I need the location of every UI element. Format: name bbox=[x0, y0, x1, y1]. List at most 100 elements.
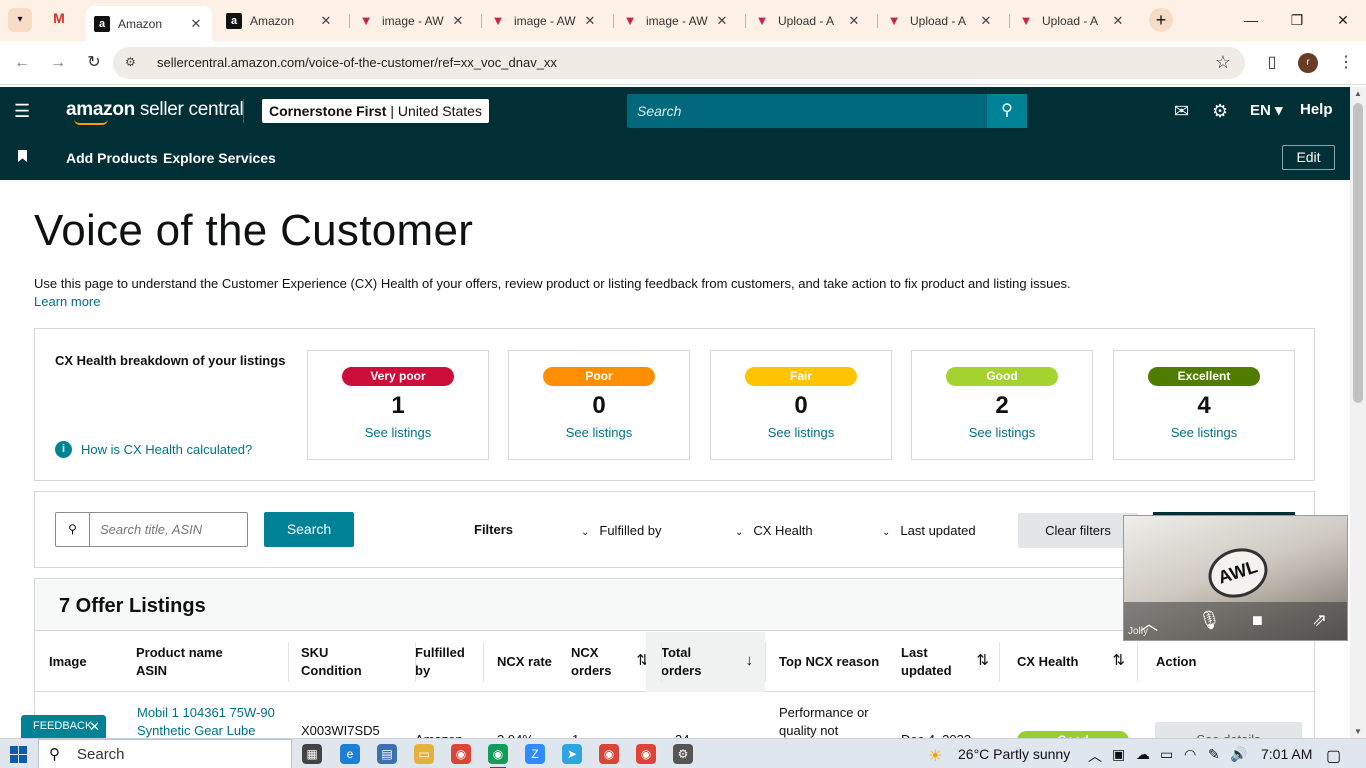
gear-icon[interactable]: ⚙ bbox=[1212, 99, 1228, 123]
clear-filters-button[interactable]: Clear filters bbox=[1018, 513, 1138, 548]
close-window-button[interactable]: ✕ bbox=[1320, 8, 1366, 32]
taskbar-search[interactable]: ⚲ Search bbox=[38, 739, 292, 768]
bookmark-icon[interactable] bbox=[18, 150, 27, 162]
reload-button[interactable]: ↻ bbox=[82, 51, 106, 75]
minimize-button[interactable]: — bbox=[1228, 8, 1274, 32]
close-tab-icon[interactable]: ✕ bbox=[318, 13, 334, 29]
close-tab-icon[interactable]: ✕ bbox=[714, 13, 730, 29]
close-icon[interactable]: ✕ bbox=[89, 715, 100, 738]
edit-bookmarks-button[interactable]: Edit bbox=[1282, 145, 1335, 170]
windows-start-icon[interactable] bbox=[10, 746, 27, 763]
browser-tab[interactable]: ▼ image - AW ✕ bbox=[614, 8, 738, 33]
see-listings-link[interactable]: See listings bbox=[308, 425, 488, 440]
nav-add-products[interactable]: Add Products bbox=[66, 150, 158, 166]
browser-tab[interactable]: ▼ image - AW ✕ bbox=[482, 8, 606, 33]
cx-card-poor: Poor 0 See listings bbox=[508, 350, 690, 460]
nav-explore-services[interactable]: Explore Services bbox=[163, 150, 276, 166]
wifi-icon[interactable]: ◠ bbox=[1184, 746, 1196, 763]
restore-button[interactable]: ❐ bbox=[1274, 8, 1320, 32]
column-header[interactable]: Last updated ⇅ bbox=[901, 632, 1001, 692]
header-search[interactable]: Search ⚲ bbox=[627, 94, 1027, 128]
url-field[interactable]: ⚙ sellercentral.amazon.com/voice-of-the-… bbox=[113, 47, 1245, 79]
scrollbar-thumb[interactable] bbox=[1353, 103, 1363, 403]
chrome-icon[interactable]: ◉ bbox=[451, 744, 471, 764]
browser-menu-icon[interactable]: ⋮ bbox=[1334, 51, 1358, 75]
forward-button[interactable]: → bbox=[46, 51, 70, 75]
browser-tab[interactable]: ▼ Upload - A ✕ bbox=[878, 8, 1002, 33]
seller-central-logo[interactable]: amazon seller central bbox=[66, 99, 244, 125]
chrome-profile-icon[interactable]: ◉ bbox=[488, 744, 508, 764]
see-listings-link[interactable]: See listings bbox=[912, 425, 1092, 440]
column-header: Image bbox=[49, 632, 137, 692]
sort-icon[interactable]: ⇅ bbox=[1112, 652, 1125, 670]
sort-icon[interactable]: ⇅ bbox=[976, 652, 989, 670]
see-listings-link[interactable]: See listings bbox=[509, 425, 689, 440]
notifications-icon[interactable]: ▢ bbox=[1326, 746, 1341, 766]
browser-tab[interactable]: a Amazon ✕ bbox=[218, 8, 342, 33]
see-listings-link[interactable]: See listings bbox=[1114, 425, 1294, 440]
side-panel-icon[interactable]: ▯ bbox=[1260, 51, 1284, 75]
aws-icon: ▼ bbox=[755, 13, 769, 28]
browser-tab[interactable]: ▼ image - AW ✕ bbox=[350, 8, 474, 33]
hamburger-menu-icon[interactable]: ☰ bbox=[14, 101, 34, 121]
help-link[interactable]: Help bbox=[1300, 101, 1333, 118]
pen-icon[interactable]: ✎ bbox=[1208, 746, 1220, 763]
tray-meet-icon[interactable]: ▣ bbox=[1112, 746, 1125, 763]
last-updated-dropdown[interactable]: ⌄ Last updated bbox=[882, 523, 976, 538]
store-icon[interactable]: ▤ bbox=[377, 744, 397, 764]
back-button[interactable]: ← bbox=[10, 51, 34, 75]
edge-icon[interactable]: e bbox=[340, 744, 360, 764]
telegram-icon[interactable]: ➤ bbox=[562, 744, 582, 764]
tray-chevron-icon[interactable]: ︿ bbox=[1088, 746, 1102, 766]
column-header[interactable]: Total orders ↓ bbox=[646, 632, 765, 692]
bookmark-star-icon[interactable]: ☆ bbox=[1215, 52, 1231, 73]
product-name-link[interactable]: Mobil 1 104361 75W-90 Synthetic Gear Lub… bbox=[137, 704, 282, 740]
sort-descending-icon[interactable]: ↓ bbox=[746, 652, 754, 670]
close-tab-icon[interactable]: ✕ bbox=[978, 13, 994, 29]
column-sublabel: orders bbox=[661, 663, 702, 678]
feedback-button[interactable]: FEEDBACK ✕ bbox=[21, 715, 106, 738]
battery-icon[interactable]: ▭ bbox=[1160, 746, 1173, 763]
clock-time[interactable]: 7:01 AM bbox=[1261, 746, 1312, 762]
weather-icon[interactable]: ☀ bbox=[928, 746, 942, 766]
fulfilled-by-dropdown[interactable]: ⌄ Fulfilled by bbox=[581, 523, 662, 538]
site-info-icon[interactable]: ⚙ bbox=[125, 55, 136, 69]
browser-tab[interactable]: ▼ Upload - A ✕ bbox=[746, 8, 870, 33]
search-icon[interactable]: ⚲ bbox=[987, 94, 1027, 128]
zoom-icon[interactable]: Z bbox=[525, 744, 545, 764]
gmail-pinned-tab[interactable]: M bbox=[48, 10, 70, 30]
close-tab-icon[interactable]: ✕ bbox=[188, 16, 204, 32]
settings-icon[interactable]: ⚙ bbox=[673, 744, 693, 764]
learn-more-link[interactable]: Learn more bbox=[34, 293, 1134, 311]
chrome-third-icon[interactable]: ◉ bbox=[636, 744, 656, 764]
listing-search-input[interactable]: ⚲ Search title, ASIN bbox=[55, 512, 248, 547]
volume-icon[interactable]: 🔊 bbox=[1230, 746, 1247, 763]
close-tab-icon[interactable]: ✕ bbox=[1110, 13, 1126, 29]
cx-health-help-link[interactable]: i How is CX Health calculated? bbox=[55, 441, 252, 458]
browser-tab[interactable]: a Amazon ✕ bbox=[86, 6, 212, 41]
mic-muted-icon[interactable]: 🎙 bbox=[1198, 610, 1221, 631]
onedrive-icon[interactable]: ☁ bbox=[1136, 746, 1150, 763]
cx-health-dropdown[interactable]: ⌄ CX Health bbox=[735, 523, 813, 538]
chrome-second-icon[interactable]: ◉ bbox=[599, 744, 619, 764]
close-tab-icon[interactable]: ✕ bbox=[846, 13, 862, 29]
weather-text[interactable]: 26°C Partly sunny bbox=[958, 746, 1070, 762]
search-button[interactable]: Search bbox=[264, 512, 354, 547]
new-tab-button[interactable]: + bbox=[1149, 8, 1173, 32]
close-tab-icon[interactable]: ✕ bbox=[450, 13, 466, 29]
browser-tab[interactable]: ▼ Upload - A ✕ bbox=[1010, 8, 1134, 33]
video-call-overlay[interactable]: AWL ︿ 🎙 ■ ⇗ Jolly bbox=[1123, 515, 1348, 641]
camera-icon[interactable]: ■ bbox=[1252, 610, 1263, 631]
task-view-icon[interactable]: ▦ bbox=[302, 744, 322, 764]
see-listings-link[interactable]: See listings bbox=[711, 425, 891, 440]
tab-search-button[interactable]: ▾ bbox=[8, 8, 32, 32]
page-scrollbar[interactable]: ▲ ▼ bbox=[1350, 87, 1366, 738]
account-switcher[interactable]: Cornerstone First | United States bbox=[262, 99, 489, 123]
file-explorer-icon[interactable]: ▭ bbox=[414, 744, 434, 764]
column-header[interactable]: CX Health ⇅ bbox=[1017, 632, 1137, 692]
mail-icon[interactable]: ✉ bbox=[1174, 99, 1189, 123]
profile-avatar[interactable]: r bbox=[1298, 53, 1318, 73]
close-tab-icon[interactable]: ✕ bbox=[582, 13, 598, 29]
popout-icon[interactable]: ⇗ bbox=[1312, 610, 1327, 631]
language-selector[interactable]: EN ▾ bbox=[1250, 101, 1283, 119]
